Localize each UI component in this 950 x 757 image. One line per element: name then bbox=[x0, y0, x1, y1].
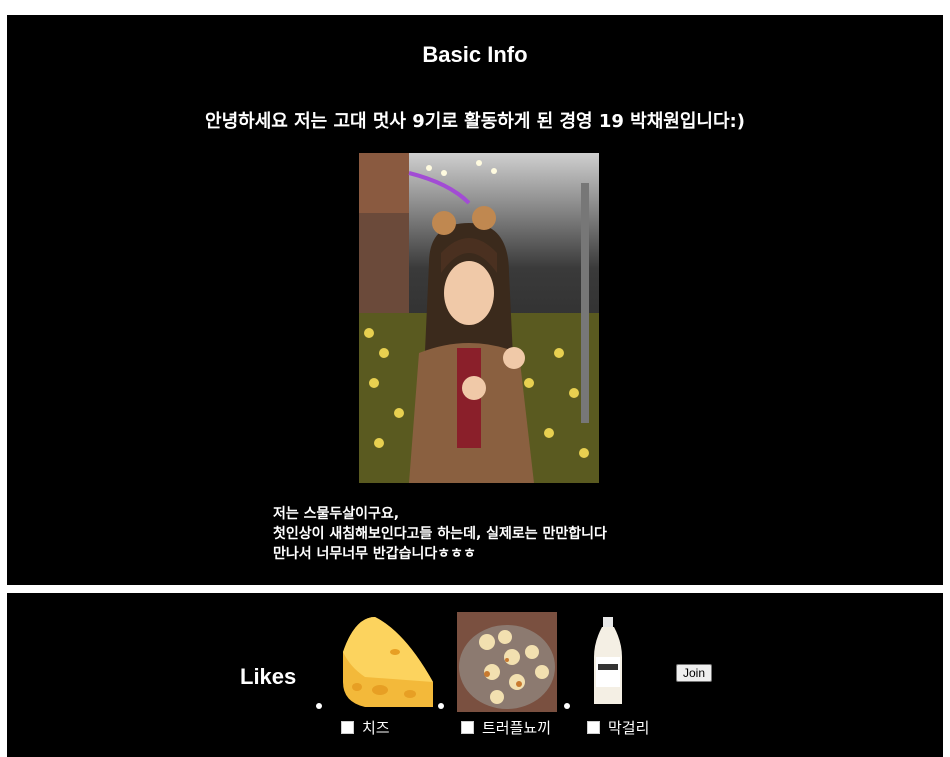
bio-line: 첫인상이 새침해보인다고들 하는데, 실제로는 만만합니다 bbox=[273, 526, 607, 542]
like-option-cheese[interactable]: 치즈 bbox=[341, 717, 390, 738]
list-bullet bbox=[438, 703, 444, 709]
like-option-label: 치즈 bbox=[362, 719, 390, 737]
makgeolli-checkbox[interactable] bbox=[587, 721, 600, 734]
bio-line: 저는 스물두살이구요, bbox=[273, 506, 400, 522]
bio-text: 저는 스물두살이구요, 첫인상이 새침해보인다고들 하는데, 실제로는 만만합니… bbox=[273, 504, 607, 564]
cheese-image bbox=[335, 612, 435, 712]
makgeolli-bottle-image bbox=[580, 612, 680, 712]
likes-section: Likes 치즈 트러플뇨끼 막걸리 Join bbox=[7, 593, 943, 757]
truffle-gnocchi-image bbox=[457, 612, 557, 712]
basic-info-section: Basic Info 안녕하세요 저는 고대 멋사 9기로 활동하게 된 경영 … bbox=[7, 15, 943, 585]
cheese-checkbox[interactable] bbox=[341, 721, 354, 734]
truffle-gnocchi-checkbox[interactable] bbox=[461, 721, 474, 734]
like-option-truffle-gnocchi[interactable]: 트러플뇨끼 bbox=[461, 717, 551, 738]
join-button[interactable]: Join bbox=[676, 664, 713, 682]
like-option-label: 막걸리 bbox=[608, 719, 650, 737]
like-option-makgeolli[interactable]: 막걸리 bbox=[587, 717, 649, 738]
section-title: Basic Info bbox=[422, 42, 528, 67]
likes-label: Likes bbox=[240, 664, 297, 689]
profile-photo bbox=[359, 153, 599, 483]
greeting-heading: 안녕하세요 저는 고대 멋사 9기로 활동하게 된 경영 19 박채원입니다:) bbox=[205, 111, 745, 132]
bio-line: 만나서 너무너무 반갑습니다ㅎㅎㅎ bbox=[273, 546, 476, 562]
list-bullet bbox=[564, 703, 570, 709]
list-bullet bbox=[316, 703, 322, 709]
like-option-label: 트러플뇨끼 bbox=[482, 719, 552, 737]
